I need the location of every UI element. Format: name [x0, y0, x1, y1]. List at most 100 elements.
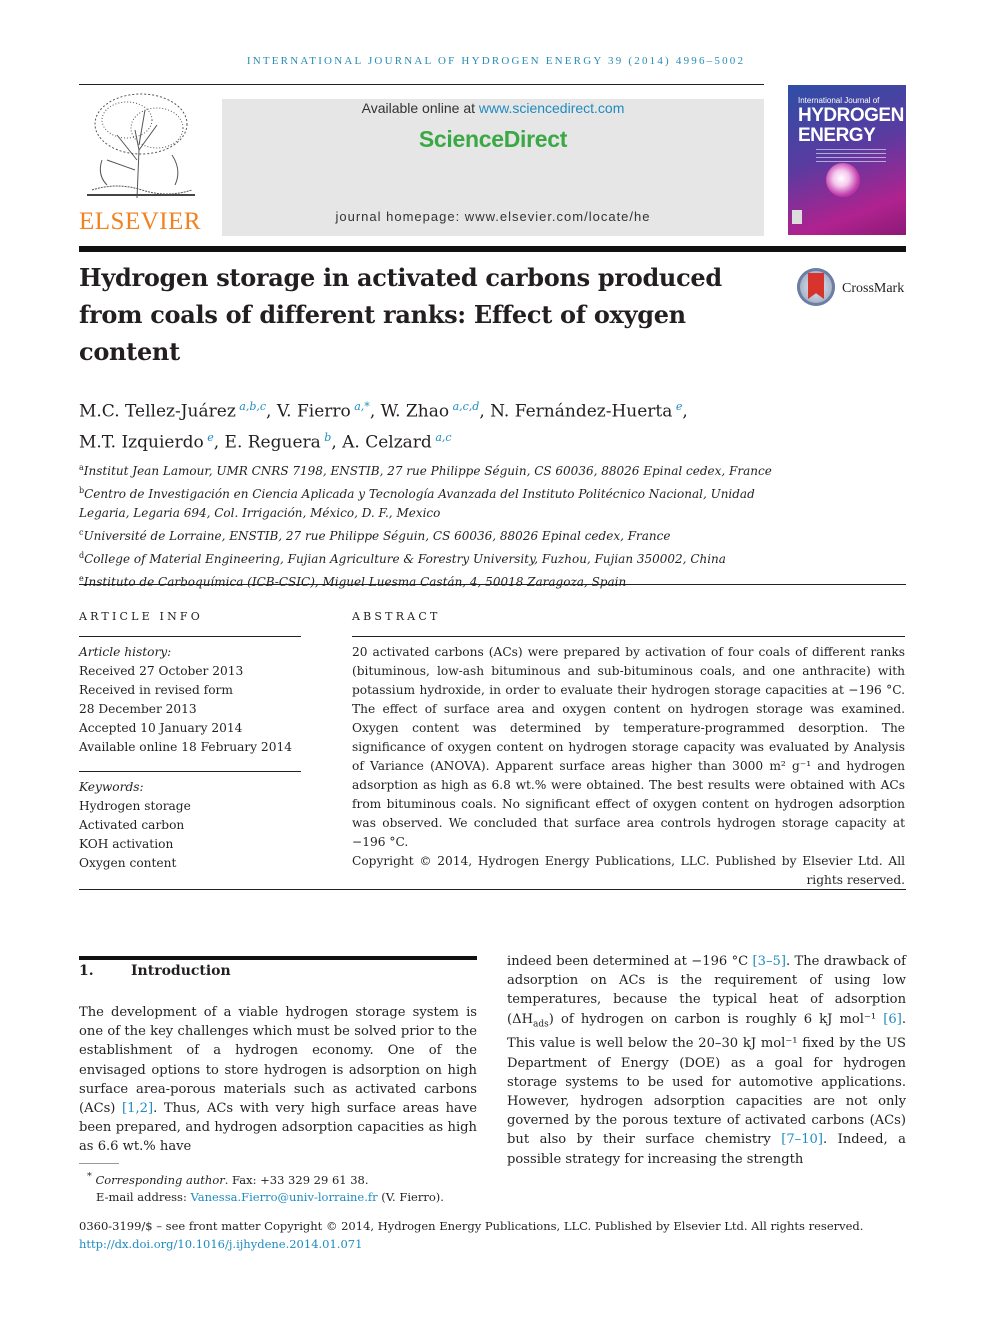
email-suffix: (V. Fierro).: [377, 1189, 444, 1204]
email-label: E-mail address:: [96, 1189, 191, 1204]
author-affiliation-mark[interactable]: b: [321, 431, 331, 444]
affiliation-item: dCollege of Material Engineering, Fujian…: [79, 546, 799, 569]
abstract-heading: ABSTRACT: [352, 610, 441, 623]
doi-link[interactable]: http://dx.doi.org/10.1016/j.ijhydene.201…: [79, 1235, 909, 1253]
author-name[interactable]: M.C. Tellez-Juárez: [79, 402, 236, 422]
body-column-left: The development of a viable hydrogen sto…: [79, 1003, 477, 1157]
available-online: Available online at www.sciencedirect.co…: [222, 100, 764, 116]
elsevier-tree-icon: [87, 93, 195, 199]
keywords-rule: [79, 771, 301, 772]
keywords-label: Keywords:: [79, 780, 144, 794]
footnote-mark: *: [87, 1171, 92, 1182]
keywords: Keywords: Hydrogen storage Activated car…: [79, 778, 309, 873]
cover-title-line1: HYDROGEN: [798, 105, 904, 126]
section-heading: 1. Introduction: [79, 963, 231, 979]
running-head: INTERNATIONAL JOURNAL OF HYDROGEN ENERGY…: [246, 55, 746, 67]
affiliation-rule: [79, 584, 906, 585]
affiliation-text: Institut Jean Lamour, UMR CNRS 7198, ENS…: [83, 464, 772, 478]
author-separator: ,: [213, 432, 225, 453]
footnote-rule: [79, 1163, 119, 1164]
paragraph-text: . This value is well below the 20–30 kJ …: [507, 1011, 906, 1148]
body-column-right: indeed been determined at −196 °C [3–5].…: [507, 952, 906, 1169]
footnote-fax: . Fax: +33 329 29 61 38.: [224, 1172, 369, 1187]
article-title: Hydrogen storage in activated carbons pr…: [79, 263, 722, 366]
cover-orb-image: [826, 163, 860, 197]
paragraph-text: The development of a viable hydrogen sto…: [79, 1005, 477, 1117]
corresponding-author-footnote: * Corresponding author. Fax: +33 329 29 …: [87, 1168, 444, 1206]
cover-title-line2: ENERGY: [798, 125, 876, 146]
footnote-label: Corresponding author: [95, 1172, 225, 1187]
sciencedirect-banner: Available online at www.sciencedirect.co…: [222, 99, 764, 236]
author-name[interactable]: V. Fierro: [277, 402, 351, 422]
citation-link[interactable]: [1,2]: [122, 1101, 153, 1116]
keyword-item: Oxygen content: [79, 856, 177, 870]
keyword-item: Activated carbon: [79, 818, 185, 832]
email-link[interactable]: Vanessa.Fierro@univ-lorraine.fr: [190, 1190, 377, 1204]
paragraph-text: indeed been determined at −196 °C: [507, 954, 753, 969]
masthead-rule: [79, 246, 906, 252]
author-affiliation-mark[interactable]: a,c,d: [449, 400, 480, 413]
keyword-item: Hydrogen storage: [79, 799, 191, 813]
bottom-matter: 0360-3199/$ – see front matter Copyright…: [79, 1217, 909, 1253]
history-item: Received 27 October 2013: [79, 664, 244, 678]
affiliation-item: cUniversité de Lorraine, ENSTIB, 27 rue …: [79, 523, 799, 546]
author-separator: ,: [331, 432, 343, 453]
article-info-rule: [79, 636, 301, 637]
author-separator: ,: [682, 401, 688, 422]
sciencedirect-link[interactable]: www.sciencedirect.com: [479, 100, 625, 116]
history-item: Received in revised form: [79, 683, 233, 697]
affiliation-text: Centro de Investigación en Ciencia Aplic…: [79, 487, 755, 520]
abstract-end-rule: [79, 889, 906, 890]
section-number: 1.: [79, 963, 94, 979]
citation-link[interactable]: [6]: [883, 1012, 902, 1027]
author-name[interactable]: A. Celzard: [342, 432, 432, 452]
cover-publisher-mark: [792, 210, 802, 224]
subscript: ads: [532, 1019, 549, 1030]
elsevier-logo[interactable]: ELSEVIER: [79, 90, 201, 236]
author-name[interactable]: N. Fernández-Huerta: [490, 402, 672, 422]
author-affiliation-mark[interactable]: a,c: [432, 431, 451, 444]
article-history-label: Article history:: [79, 645, 172, 659]
author-affiliation-mark[interactable]: e: [672, 400, 683, 413]
affiliation-text: Université de Lorraine, ENSTIB, 27 rue P…: [83, 529, 671, 543]
affiliation-item: eInstituto de Carboquímica (ICB-CSIC), M…: [79, 569, 799, 592]
affiliation-text: College of Material Engineering, Fujian …: [84, 552, 726, 566]
available-online-label: Available online at: [361, 100, 479, 116]
paragraph-text: ) of hydrogen on carbon is roughly 6 kJ …: [548, 1011, 884, 1027]
affiliation-text: Instituto de Carboquímica (ICB-CSIC), Mi…: [83, 575, 627, 589]
journal-homepage[interactable]: journal homepage: www.elsevier.com/locat…: [222, 209, 764, 224]
history-item: Available online 18 February 2014: [79, 740, 292, 754]
author-name[interactable]: E. Reguera: [225, 432, 321, 452]
author-name[interactable]: W. Zhao: [381, 402, 449, 422]
sciencedirect-logo[interactable]: ScienceDirect: [222, 126, 764, 153]
issn-copyright: 0360-3199/$ – see front matter Copyright…: [79, 1219, 864, 1233]
affiliation-item: aInstitut Jean Lamour, UMR CNRS 7198, EN…: [79, 458, 799, 481]
article-history: Article history: Received 27 October 201…: [79, 643, 309, 757]
author-name[interactable]: M.T. Izquierdo: [79, 432, 204, 452]
affiliation-item: bCentro de Investigación en Ciencia Apli…: [79, 481, 799, 523]
elsevier-wordmark: ELSEVIER: [79, 208, 202, 235]
keyword-item: KOH activation: [79, 837, 174, 851]
article-info-heading: ARTICLE INFO: [79, 610, 203, 623]
cover-editors: [816, 149, 886, 163]
author-separator: ,: [266, 401, 277, 422]
citation-link[interactable]: [3–5]: [753, 954, 786, 969]
abstract-copyright: Copyright © 2014, Hydrogen Energy Public…: [352, 854, 905, 887]
author-affiliation-mark[interactable]: a,*: [351, 400, 370, 413]
author-separator: ,: [369, 401, 381, 422]
author-separator: ,: [479, 401, 491, 422]
author-list: M.C. Tellez-Juárez a,b,c, V. Fierro a,*,…: [79, 394, 779, 455]
section-title: Introduction: [131, 963, 231, 979]
crossmark-label: CrossMark: [842, 281, 905, 296]
journal-cover[interactable]: International Journal of HYDROGEN ENERGY: [788, 85, 906, 235]
history-item: 28 December 2013: [79, 702, 197, 716]
abstract-body: 20 activated carbons (ACs) were prepared…: [352, 645, 905, 849]
history-item: Accepted 10 January 2014: [79, 721, 243, 735]
citation-link[interactable]: [7–10]: [781, 1132, 823, 1147]
crossmark-button[interactable]: CrossMark: [797, 268, 907, 310]
author-affiliation-mark[interactable]: a,b,c: [236, 400, 266, 413]
affiliations: aInstitut Jean Lamour, UMR CNRS 7198, EN…: [79, 458, 799, 592]
author-affiliation-mark[interactable]: e: [204, 431, 214, 444]
cover-title: HYDROGEN ENERGY: [798, 106, 904, 146]
section-rule: [79, 956, 477, 960]
